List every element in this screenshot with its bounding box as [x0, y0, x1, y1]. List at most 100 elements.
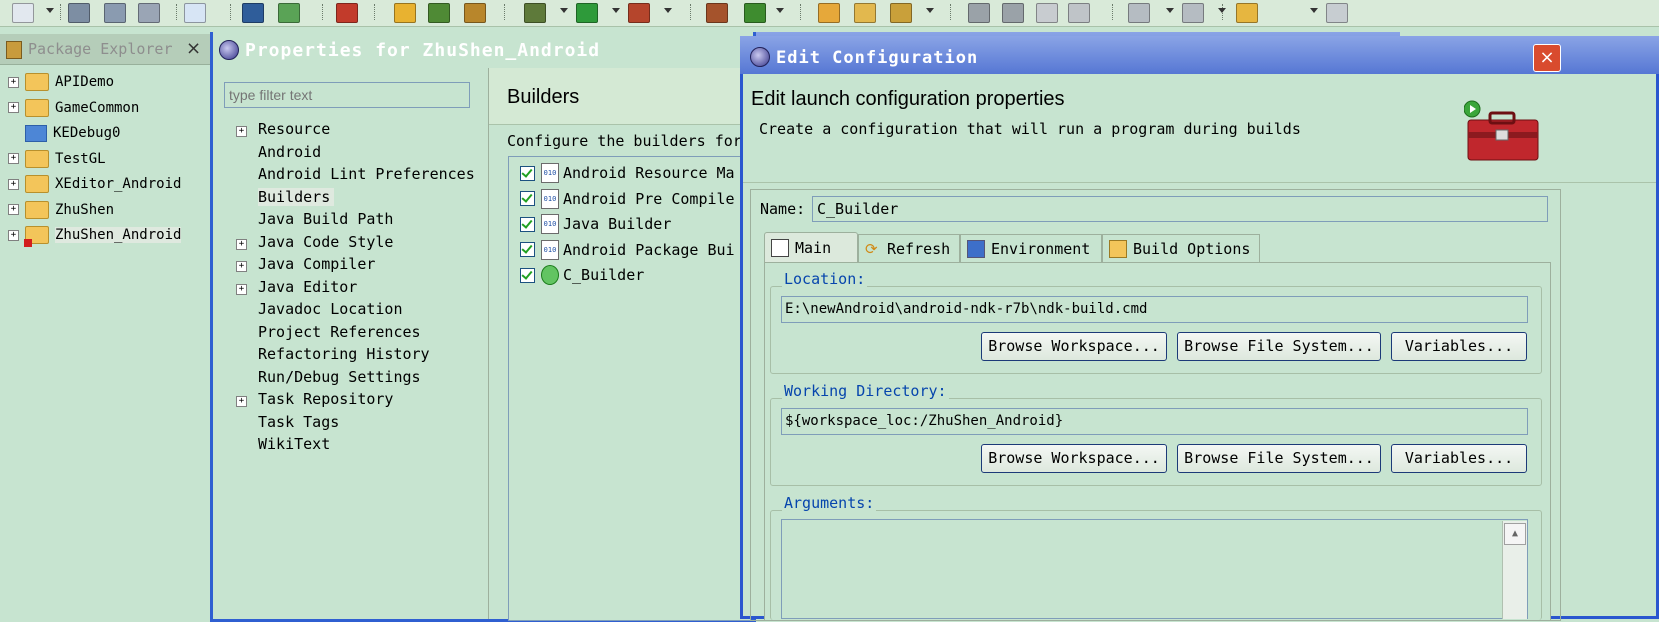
forward-icon[interactable] — [1326, 3, 1348, 23]
dropdown-arrow-icon[interactable] — [560, 8, 568, 13]
builder-checkbox[interactable] — [520, 165, 535, 181]
scroll-up-icon[interactable]: ▲ — [1504, 523, 1526, 545]
property-page-item[interactable]: Refactoring History — [258, 345, 430, 363]
download-icon[interactable] — [242, 3, 264, 23]
browse-workspace-button[interactable]: Browse Workspace... — [981, 444, 1167, 473]
annotation-icon[interactable] — [968, 3, 990, 23]
dropdown-arrow-icon[interactable] — [1218, 8, 1226, 13]
builder-row[interactable]: 010 Android Resource Ma — [520, 162, 735, 184]
builder-checkbox[interactable] — [520, 216, 535, 232]
property-page-item[interactable]: Task Tags — [258, 413, 339, 431]
task-icon[interactable] — [336, 3, 358, 23]
binary-icon[interactable] — [184, 3, 206, 23]
package-tree-item[interactable]: + APIDemo — [8, 70, 114, 94]
builder-row[interactable]: 010 Java Builder — [520, 213, 671, 235]
package-tree-item[interactable]: KEDebug0 — [8, 121, 120, 145]
print-icon[interactable] — [138, 3, 160, 23]
variables-button[interactable]: Variables... — [1391, 444, 1527, 473]
property-page-item[interactable]: WikiText — [258, 435, 330, 453]
expand-icon[interactable]: + — [236, 238, 247, 250]
dropdown-arrow-icon[interactable] — [1310, 8, 1318, 13]
property-page-item[interactable]: Java Code Style — [258, 233, 393, 251]
tab-build-options[interactable]: Build Options — [1102, 234, 1260, 262]
expand-icon[interactable]: + — [8, 153, 19, 164]
run-icon[interactable] — [576, 3, 598, 23]
tab-environment[interactable]: Environment — [960, 234, 1102, 262]
paragraph-icon[interactable] — [1068, 3, 1090, 23]
open-folder-icon[interactable] — [854, 3, 876, 23]
package-tree-item[interactable]: + GameCommon — [8, 96, 139, 120]
property-page-item[interactable]: Android — [258, 143, 321, 161]
back-icon[interactable] — [1236, 3, 1258, 23]
property-page-item[interactable]: Java Build Path — [258, 210, 393, 228]
tab-main[interactable]: Main — [764, 232, 858, 262]
tab-refresh[interactable]: ⟳ Refresh — [858, 234, 960, 262]
builder-label: C_Builder — [563, 266, 645, 284]
debug-icon[interactable] — [524, 3, 546, 23]
package-tree-item[interactable]: + ZhuShen — [8, 198, 114, 222]
expand-icon[interactable]: + — [8, 76, 19, 88]
property-page-item[interactable]: Project References — [258, 323, 421, 341]
dropdown-arrow-icon[interactable] — [1166, 8, 1174, 13]
working-directory-field[interactable]: ${workspace_loc:/ZhuShen_Android} — [781, 408, 1528, 435]
builder-row[interactable]: C_Builder — [520, 264, 644, 286]
pin-icon[interactable] — [890, 3, 912, 23]
browse-file-system-button[interactable]: Browse File System... — [1177, 444, 1381, 473]
new-icon[interactable] — [12, 3, 34, 23]
prev-annotation-icon[interactable] — [1182, 3, 1204, 23]
property-page-item[interactable]: Android Lint Preferences — [258, 165, 475, 183]
expand-icon[interactable]: + — [236, 283, 247, 295]
open-type-icon[interactable] — [394, 3, 416, 23]
builder-checkbox[interactable] — [520, 242, 535, 257]
property-page-item[interactable]: Run/Debug Settings — [258, 368, 421, 386]
property-page-item[interactable]: Resource — [258, 120, 330, 138]
expand-icon[interactable]: + — [8, 204, 19, 215]
property-page-item[interactable]: Java Compiler — [258, 255, 375, 273]
name-field[interactable]: C_Builder — [812, 196, 1548, 222]
close-view-icon[interactable]: ⨯ — [186, 38, 201, 59]
property-page-item[interactable]: Task Repository — [258, 390, 393, 408]
builder-label: Java Builder — [563, 215, 672, 233]
package-tree-item[interactable]: + ZhuShen_Android — [8, 223, 182, 247]
build-icon[interactable] — [706, 3, 728, 23]
builder-row[interactable]: 010 Android Package Bui — [520, 239, 735, 261]
builder-checkbox[interactable] — [520, 191, 535, 206]
save-icon[interactable] — [68, 3, 90, 23]
package-tree-item[interactable]: + TestGL — [8, 147, 106, 171]
arguments-textarea[interactable] — [781, 519, 1528, 619]
expand-icon[interactable]: + — [236, 396, 247, 407]
expand-icon[interactable]: + — [8, 102, 19, 113]
android-sdk-icon[interactable] — [278, 3, 300, 23]
builder-checkbox[interactable] — [520, 267, 535, 283]
refresh-icon[interactable] — [744, 3, 766, 23]
junit-icon[interactable] — [428, 3, 450, 23]
property-page-item[interactable]: Java Editor — [258, 278, 357, 296]
filter-input[interactable] — [224, 82, 470, 108]
variables-button[interactable]: Variables... — [1391, 332, 1527, 361]
expand-icon[interactable]: + — [8, 178, 19, 190]
dropdown-arrow-icon[interactable] — [926, 8, 934, 13]
refresh-icon: ⟳ — [865, 239, 878, 258]
external-tools-icon[interactable] — [628, 3, 650, 23]
save-all-icon[interactable] — [104, 3, 126, 23]
pen-icon[interactable] — [1002, 3, 1024, 23]
next-annotation-icon[interactable] — [1128, 3, 1150, 23]
builder-row[interactable]: 010 Android Pre Compile — [520, 188, 735, 210]
browse-file-system-button[interactable]: Browse File System... — [1177, 332, 1381, 361]
property-page-item[interactable]: Javadoc Location — [258, 300, 403, 318]
jar-icon[interactable] — [464, 3, 486, 23]
expand-icon[interactable]: + — [236, 126, 247, 137]
dropdown-arrow-icon[interactable] — [664, 8, 672, 13]
property-page-item[interactable]: Builders — [258, 187, 335, 206]
close-button[interactable]: × — [1533, 44, 1561, 72]
expand-icon[interactable]: + — [236, 261, 247, 272]
browse-workspace-button[interactable]: Browse Workspace... — [981, 332, 1167, 361]
location-field[interactable]: E:\newAndroid\android-ndk-r7b\ndk-build.… — [781, 296, 1528, 323]
dropdown-arrow-icon[interactable] — [776, 8, 784, 13]
document-icon[interactable] — [1036, 3, 1058, 23]
dropdown-arrow-icon[interactable] — [46, 8, 54, 13]
expand-icon[interactable]: + — [8, 229, 19, 241]
package-tree-item[interactable]: + XEditor_Android — [8, 172, 181, 196]
dropdown-arrow-icon[interactable] — [612, 8, 620, 13]
folder-icon[interactable] — [818, 3, 840, 23]
